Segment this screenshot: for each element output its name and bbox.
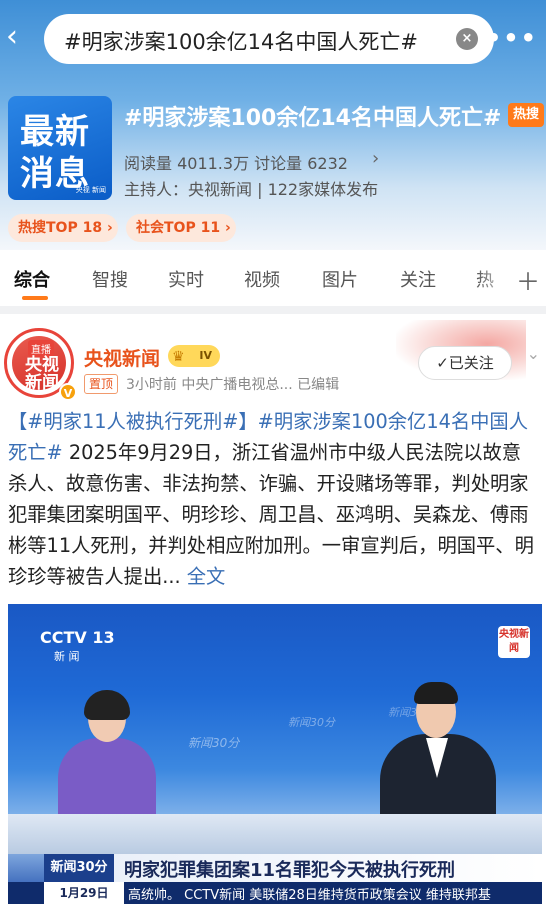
tab-images[interactable]: 图片 [322,266,358,292]
back-icon[interactable]: ‹ [6,22,34,56]
more-icon[interactable]: ••• [486,24,538,52]
topic-title: #明家涉案100余亿14名中国人死亡# [124,106,502,131]
tab-comprehensive[interactable]: 综合 [14,266,50,292]
pinned-badge: 置顶 [84,374,119,394]
program-tag: 新闻30分 [44,854,114,882]
chevron-down-icon[interactable]: ⌄ [527,344,540,363]
channel-sub: 新 闻 [54,650,80,663]
avatar-image: 直播 央视新闻 [12,336,66,393]
expand-link[interactable]: 全文 [187,565,226,588]
video-thumbnail[interactable]: CCTV 13 新 闻 央视新闻 新闻30分 新闻30分 新闻30分 新闻30分… [8,604,542,904]
rank-society[interactable]: 社会TOP 11 › [126,214,236,242]
plus-icon[interactable]: ＋ [516,262,540,297]
ticker-text: 高统帅。 CCTV新闻 美联储28日维持货币政策会议 维持联邦基 [128,888,491,903]
search-input[interactable]: #明家涉案100余亿14名中国人死亡# × [44,14,494,64]
follow-button[interactable]: ✓已关注 [418,346,512,380]
topic-stats: 阅读量 4011.3万 讨论量 6232 [124,154,348,173]
logo-small-text: 央视 新闻 [75,186,106,194]
lower-third: 新闻30分 明家犯罪集团案11名罪犯今天被执行死刑 [44,854,542,882]
tab-fade [476,250,516,306]
post-card: 直播 央视新闻 V 央视新闻 ♛ IV 置顶 3小时前 中央广播电视总... 已… [0,314,546,915]
chevron-right-icon[interactable]: › [372,148,379,169]
crown-icon: ♛ [172,349,185,365]
studio-watermark: 新闻30分 [188,736,240,750]
author-name[interactable]: 央视新闻 [84,344,160,371]
post-meta: 3小时前 中央广播电视总... 已编辑 [126,377,340,393]
news-desk [8,814,542,854]
search-bar: ‹ #明家涉案100余亿14名中国人死亡# × ••• [0,12,546,66]
topic-host: 主持人：央视新闻 | 122家媒体发布 [124,180,379,199]
post-body: 2025年9月29日，浙江省温州市中级人民法院以故意杀人、故意伤害、非法拘禁、诈… [8,441,534,588]
hashtag-link[interactable]: 【#明家11人被执行死刑#】 [8,410,258,433]
avatar[interactable]: 直播 央视新闻 V [4,328,77,401]
clear-icon[interactable]: × [456,28,478,50]
female-anchor [58,690,156,828]
avatar-text: 央视新闻 [25,355,59,393]
tab-active-indicator [22,296,48,300]
channel-logo: CCTV 13 [40,628,115,647]
hot-badge: 热搜 [508,103,544,127]
studio-watermark: 新闻30分 [288,716,335,729]
level-badge: ♛ IV [168,345,220,367]
news-ticker: 1月29日 12:07 高统帅。 CCTV新闻 美联储28日维持货币政策会议 维… [8,882,542,904]
post-text: 【#明家11人被执行死刑#】#明家涉案100余亿14名中国人死亡# 2025年9… [8,406,540,592]
tab-bar: 综合 智搜 实时 视频 图片 关注 热 ＋ [0,250,546,306]
tab-video[interactable]: 视频 [244,266,280,292]
tab-following[interactable]: 关注 [400,266,436,292]
verified-icon: V [59,383,77,401]
rank-hot-search[interactable]: 热搜TOP 18 › [8,214,118,242]
male-anchor [380,682,496,830]
topic-logo: 最新 消息 央视 新闻 [8,96,112,200]
level-text: IV [199,349,212,362]
tab-realtime[interactable]: 实时 [168,266,204,292]
tab-smart-search[interactable]: 智搜 [92,266,128,292]
headline: 明家犯罪集团案11名罪犯今天被执行死刑 [124,860,456,881]
ticker-date: 1月29日 12:07 [44,882,124,904]
search-query: #明家涉案100余亿14名中国人死亡# [64,30,418,54]
corner-logo: 央视新闻 [498,626,530,658]
